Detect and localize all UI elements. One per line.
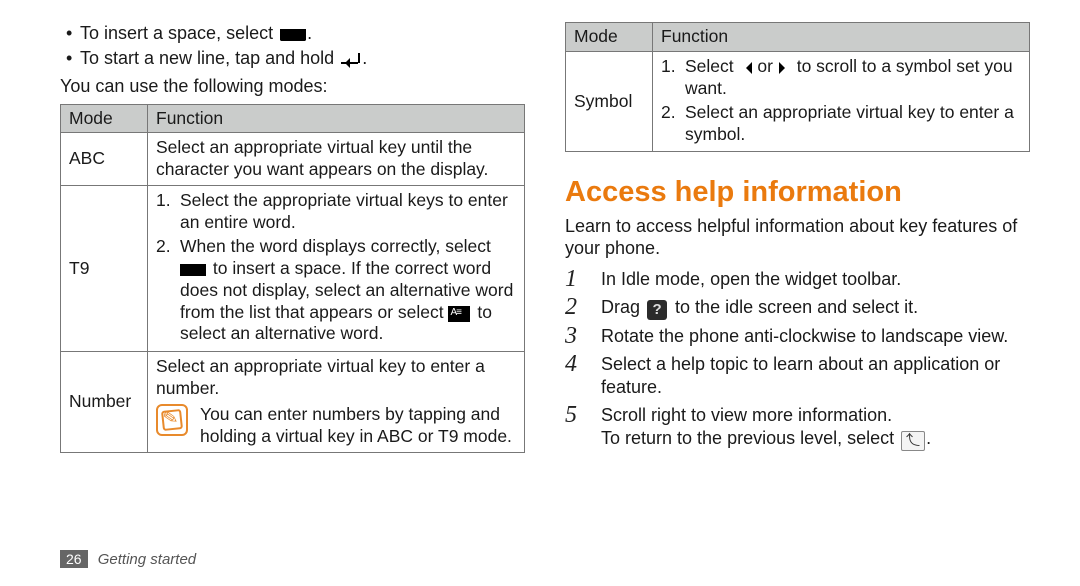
page: To insert a space, select . To start a n… [0, 0, 1080, 586]
step-4: Select a help topic to learn about an ap… [565, 353, 1030, 398]
step-1: In Idle mode, open the widget toolbar. [565, 268, 1030, 291]
page-number: 26 [60, 550, 88, 568]
access-lead: Learn to access helpful information abou… [565, 215, 1030, 260]
bullet-text: To start a new line, tap and hold [80, 48, 334, 68]
mode-number: Number [61, 352, 148, 453]
bullet-newline: To start a new line, tap and hold . [64, 47, 525, 70]
chapter-name: Getting started [98, 551, 196, 568]
back-level-icon [901, 431, 925, 451]
th-mode: Mode [566, 23, 653, 52]
page-footer: 26 Getting started [60, 551, 196, 570]
th-function: Function [148, 104, 525, 133]
t9-step-2: When the word displays correctly, select… [156, 236, 516, 345]
step-5: Scroll right to view more information. T… [565, 404, 1030, 449]
symbol-step-2: Select an appropriate virtual key to ent… [661, 102, 1021, 146]
func-t9: Select the appropriate virtual keys to e… [148, 186, 525, 352]
access-steps: In Idle mode, open the widget toolbar. D… [565, 268, 1030, 450]
bullet-space: To insert a space, select . [64, 22, 525, 45]
help-widget-icon [647, 300, 667, 320]
number-desc: Select an appropriate virtual key to ent… [156, 356, 516, 400]
step-5a: Scroll right to view more information. [601, 404, 1030, 427]
modes-table-1: Mode Function ABC Select an appropriate … [60, 104, 525, 453]
modes-table-2: Mode Function Symbol Select or to scroll… [565, 22, 1030, 152]
mode-abc: ABC [61, 133, 148, 186]
step-2: Drag to the idle screen and select it. [565, 296, 1030, 319]
func-abc: Select an appropriate virtual key until … [148, 133, 525, 186]
right-column: Mode Function Symbol Select or to scroll… [565, 22, 1030, 568]
left-column: To insert a space, select . To start a n… [60, 22, 525, 568]
alt-word-icon [448, 306, 470, 322]
mode-t9: T9 [61, 186, 148, 352]
space-key-icon [280, 29, 306, 41]
th-function: Function [653, 23, 1030, 52]
triangle-right-icon [779, 62, 791, 74]
enter-key-icon [341, 53, 361, 67]
symbol-step-1: Select or to scroll to a symbol set you … [661, 56, 1021, 100]
space-key-icon [180, 264, 206, 276]
bullet-text: To insert a space, select [80, 23, 273, 43]
th-mode: Mode [61, 104, 148, 133]
note-row: You can enter numbers by tapping and hol… [156, 404, 516, 448]
triangle-left-icon [740, 62, 752, 74]
func-symbol: Select or to scroll to a symbol set you … [653, 51, 1030, 152]
modes-lead: You can use the following modes: [60, 75, 525, 98]
func-number: Select an appropriate virtual key to ent… [148, 352, 525, 453]
note-text: You can enter numbers by tapping and hol… [200, 404, 516, 448]
access-help-heading: Access help information [565, 174, 1030, 210]
step-3: Rotate the phone anti-clockwise to lands… [565, 325, 1030, 348]
note-icon [156, 404, 188, 436]
mode-symbol: Symbol [566, 51, 653, 152]
step-5b: To return to the previous level, select … [601, 427, 1030, 450]
intro-list: To insert a space, select . To start a n… [64, 22, 525, 69]
t9-step-1: Select the appropriate virtual keys to e… [156, 190, 516, 234]
